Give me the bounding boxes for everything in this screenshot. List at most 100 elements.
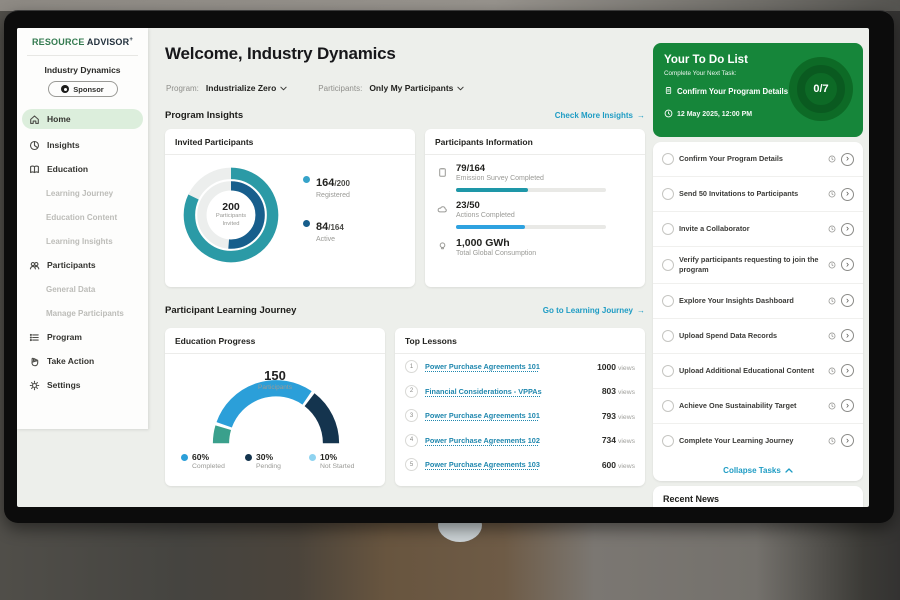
task-confirm-program-details[interactable]: Confirm Your Program Details › [653,142,863,177]
sidebar-item-participants[interactable]: Participants [17,253,148,277]
sidebar-item-insights[interactable]: Insights [17,133,148,157]
logo-secondary: ADVISOR [87,37,129,47]
chevron-right-icon[interactable]: › [841,294,854,307]
logo-primary: RESOURCE [32,37,85,47]
collapse-tasks-link[interactable]: Collapse Tasks [653,458,863,481]
education-progress-card: Education Progress 150 Participants 60% … [165,328,385,486]
stat-actions-completed: 23/50 Actions Completed [425,192,645,219]
todo-task-list: Confirm Your Program Details › Send 50 I… [653,142,863,481]
learning-journey-title: Participant Learning Journey [165,305,296,316]
lesson-link[interactable]: Power Purchase Agreements 102 [425,436,595,445]
sponsor-badge-label: Sponsor [73,85,103,94]
task-checkbox[interactable] [662,400,674,412]
card-title: Top Lessons [395,328,645,354]
rank-badge: 2 [405,385,418,398]
rank-badge: 4 [405,434,418,447]
task-complete-learning-journey[interactable]: Complete Your Learning Journey › [653,424,863,458]
task-achieve-sustainability-target[interactable]: Achieve One Sustainability Target › [653,389,863,424]
sidebar-item-manage-participants[interactable]: Manage Participants [17,301,148,325]
people-icon [29,260,40,271]
bulb-icon [437,239,448,250]
task-checkbox[interactable] [662,295,674,307]
completed-dot [181,454,188,461]
chevron-right-icon[interactable]: › [841,188,854,201]
chevron-right-icon[interactable]: › [841,223,854,236]
task-upload-educational-content[interactable]: Upload Additional Educational Content › [653,354,863,389]
insights-icon [29,140,40,151]
legend-registered: 164/200 Registered [303,173,350,199]
sidebar-item-program[interactable]: Program [17,325,148,349]
chevron-right-icon[interactable]: › [841,329,854,342]
sponsor-badge: Sponsor [48,81,118,97]
todo-progress-ring: 0/7 [789,57,853,121]
recent-news-title: Recent News [653,486,863,507]
sidebar-item-learning-journey[interactable]: Learning Journey [17,181,148,205]
sidebar-item-learning-insights[interactable]: Learning Insights [17,229,148,253]
sidebar-item-education-content[interactable]: Education Content [17,205,148,229]
top-lessons-card: Top Lessons 1 Power Purchase Agreements … [395,328,645,486]
gauge-center-label: Participants [165,384,385,391]
lesson-link[interactable]: Power Purchase Agreements 103 [425,460,595,469]
lesson-row: 3 Power Purchase Agreements 101 793views [395,403,645,428]
participants-select[interactable]: Only My Participants [369,83,464,93]
list-icon [29,332,40,343]
registered-dot [303,176,310,183]
chevron-right-icon[interactable]: › [841,399,854,412]
chevron-right-icon[interactable]: › [841,153,854,166]
legend-pending: 30% Pending [245,452,309,470]
legend-completed: 60% Completed [181,452,245,470]
lesson-link[interactable]: Power Purchase Agreements 101 [425,411,595,420]
task-explore-insights[interactable]: Explore Your Insights Dashboard › [653,284,863,319]
task-checkbox[interactable] [662,435,674,447]
chevron-up-icon [785,468,793,473]
org-name: Industry Dynamics [17,65,148,75]
card-title: Education Progress [165,328,385,354]
todo-progress-value: 0/7 [797,65,845,113]
cloud-icon [437,202,448,213]
clock-icon [828,220,836,238]
sidebar-item-settings[interactable]: Settings [17,373,148,397]
clock-icon [828,362,836,380]
sidebar-item-education[interactable]: Education [17,157,148,181]
sidebar-item-home[interactable]: Home [22,109,143,129]
task-invite-collaborator[interactable]: Invite a Collaborator › [653,212,863,247]
program-insights-title: Program Insights [165,110,243,121]
task-checkbox[interactable] [662,223,674,235]
sidebar: RESOURCE ADVISOR+ Industry Dynamics Spon… [17,28,148,429]
chevron-right-icon[interactable]: › [841,258,854,271]
todo-header-card: Your To Do List Complete Your Next Task:… [653,43,863,137]
program-select[interactable]: Industrialize Zero [206,83,287,93]
donut-legend: 164/200 Registered 84/164 Active [303,173,350,243]
rank-badge: 1 [405,360,418,373]
clock-icon [828,150,836,168]
clock-icon [828,397,836,415]
task-checkbox[interactable] [662,188,674,200]
task-checkbox[interactable] [662,259,674,271]
active-dot [303,220,310,227]
gauge-center-value: 150 [165,368,385,383]
task-upload-spend-data[interactable]: Upload Spend Data Records › [653,319,863,354]
not-started-dot [309,454,316,461]
task-checkbox[interactable] [662,330,674,342]
task-verify-participants[interactable]: Verify participants requesting to join t… [653,247,863,284]
task-checkbox[interactable] [662,365,674,377]
lesson-link[interactable]: Power Purchase Agreements 101 [425,362,590,371]
task-checkbox[interactable] [662,153,674,165]
rank-badge: 5 [405,458,418,471]
sidebar-item-general-data[interactable]: General Data [17,277,148,301]
clipboard-icon [664,82,673,100]
pending-dot [245,454,252,461]
go-to-learning-journey-link[interactable]: Go to Learning Journey [543,306,645,315]
invited-participants-card: Invited Participants 200 Participants In… [165,129,415,287]
chevron-right-icon[interactable]: › [841,434,854,447]
lesson-link[interactable]: Financial Considerations - VPPAs [425,387,595,396]
chevron-down-icon [280,83,287,93]
check-more-insights-link[interactable]: Check More Insights [555,111,645,120]
legend-active: 84/164 Active [303,217,350,243]
lesson-row: 4 Power Purchase Agreements 102 734views [395,428,645,453]
participants-filter-label: Participants: [318,84,362,93]
chevron-right-icon[interactable]: › [841,364,854,377]
sidebar-item-take-action[interactable]: Take Action [17,349,148,373]
gear-icon [29,380,40,391]
task-send-invitations[interactable]: Send 50 Invitations to Participants › [653,177,863,212]
